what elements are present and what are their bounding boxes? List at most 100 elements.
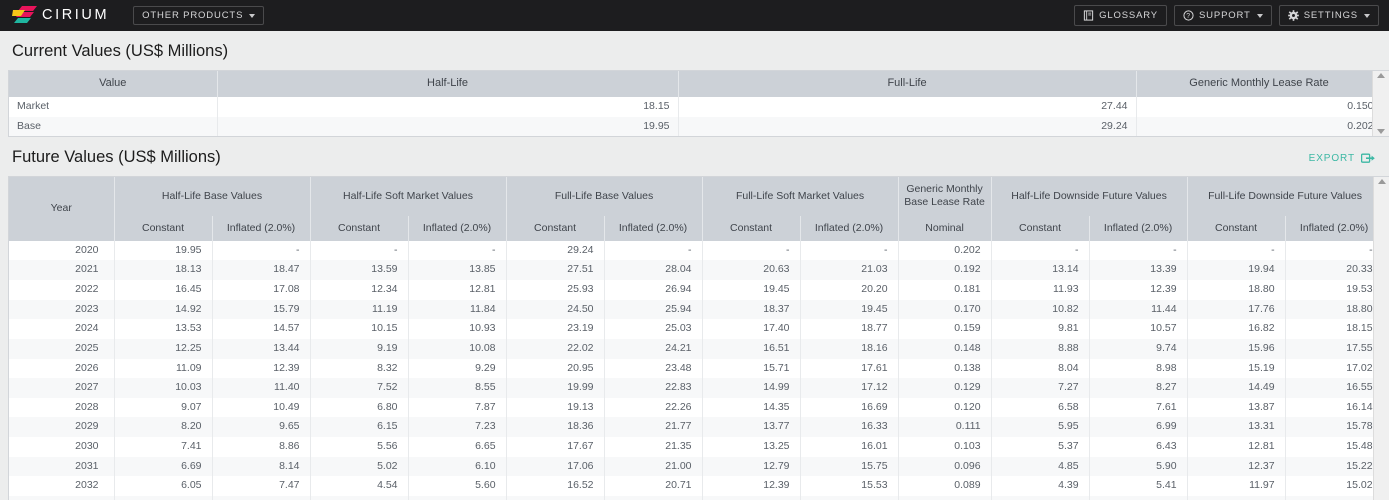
table-cell: 12.79 [702, 456, 801, 477]
current-values-scrollbar[interactable] [1372, 71, 1389, 137]
scroll-up-arrow-icon[interactable] [1377, 179, 1386, 185]
table-cell: 0.202 [1136, 116, 1383, 137]
future-values-header: Year Half-Life Base Values Half-Life Soft … [9, 177, 1384, 241]
table-cell: 9.07 [114, 397, 213, 418]
scroll-up-arrow-icon[interactable] [1377, 73, 1385, 79]
table-cell: 9.19 [310, 338, 409, 359]
table-cell: 5.90 [1089, 456, 1188, 477]
table-cell: 13.59 [310, 260, 409, 280]
year-cell: 2032 [9, 476, 115, 497]
table-cell: 29.24 [678, 116, 1137, 137]
table-cell: 0.111 [898, 417, 992, 438]
table-cell: 0.082 [898, 496, 992, 500]
scroll-down-arrow-icon[interactable] [1377, 129, 1385, 135]
table-cell: 17.55 [1285, 338, 1384, 359]
table-cell: 18.77 [800, 319, 899, 339]
table-cell: 11.44 [1089, 299, 1188, 320]
other-products-button[interactable]: OTHER PRODUCTS [133, 5, 265, 26]
table-cell: 23.19 [506, 319, 605, 339]
table-row: 2026 11.09 12.39 8.32 9.29 20.95 23.48 15.71 17.… [9, 358, 1384, 379]
gear-icon [1287, 10, 1299, 21]
year-cell: 2025 [9, 338, 115, 359]
table-cell: 11.84 [408, 299, 507, 320]
table-cell: 6.85 [212, 496, 311, 500]
table-cell: 15.48 [1285, 437, 1384, 457]
table-cell: 17.02 [1285, 358, 1384, 379]
table-cell: 8.32 [310, 358, 409, 379]
table-cell: 17.12 [800, 378, 899, 398]
future-values-sub-header: Inflated (2.0%) [604, 215, 703, 241]
table-row: 2024 13.53 14.57 10.15 10.93 23.19 25.03 17.40 1… [9, 319, 1384, 339]
table-cell: 15.22 [1285, 456, 1384, 477]
table-cell: - [1285, 240, 1384, 261]
table-cell: 20.49 [604, 496, 703, 500]
table-cell: 6.99 [1089, 417, 1188, 438]
table-cell: 18.13 [114, 260, 213, 280]
chevron-down-icon [1256, 13, 1263, 18]
brand-logo[interactable]: CIRIUM [12, 5, 109, 27]
table-cell: 12.39 [212, 358, 311, 379]
future-values-scrollbar[interactable] [1373, 177, 1389, 500]
table-cell: 6.69 [114, 456, 213, 477]
current-values-body: Market 18.15 27.44 0.150 Base 19.95 29.24 0.202 [9, 96, 1383, 137]
glossary-button[interactable]: GLOSSARY [1074, 5, 1167, 26]
table-cell: 14.99 [702, 378, 801, 398]
table-cell: 3.96 [991, 496, 1090, 500]
export-button[interactable]: EXPORT [1309, 149, 1375, 164]
table-cell: 17.61 [800, 358, 899, 379]
top-navigation-bar: CIRIUM OTHER PRODUCTS GLOSSARY ? SUPPORT [0, 0, 1389, 31]
cirium-logo-icon [12, 5, 37, 23]
table-cell: 18.36 [506, 417, 605, 438]
future-values-sub-header: Nominal [898, 215, 992, 241]
table-cell: 6.65 [408, 437, 507, 457]
support-button[interactable]: ? SUPPORT [1173, 5, 1272, 26]
table-cell: 20.33 [1285, 260, 1384, 280]
table-cell: 8.27 [1089, 378, 1188, 398]
current-values-table: Value Half-Life Full-Life Generic Monthly L… [9, 71, 1383, 137]
table-cell: 8.98 [1089, 358, 1188, 379]
table-cell: 0.170 [898, 299, 992, 320]
future-values-sub-header: Constant [114, 215, 213, 241]
table-cell: 20.63 [702, 260, 801, 280]
future-values-group-header: Half-Life Base Values [114, 177, 311, 216]
table-cell: 16.33 [800, 417, 899, 438]
table-cell: 13.25 [702, 437, 801, 457]
table-cell: 0.096 [898, 456, 992, 477]
settings-label: SETTINGS [1303, 9, 1358, 21]
table-row: 2028 9.07 10.49 6.80 7.87 19.13 22.26 14.35 16.6… [9, 397, 1384, 418]
table-cell: 26.94 [604, 279, 703, 300]
table-cell: 19.99 [506, 378, 605, 398]
table-cell: 4.97 [1089, 496, 1188, 500]
top-nav-right-group: GLOSSARY ? SUPPORT SETTINGS [1074, 5, 1379, 26]
table-cell: 12.81 [1187, 437, 1286, 457]
table-cell: 10.82 [991, 299, 1090, 320]
row-label: Market [9, 96, 218, 117]
table-cell: 21.03 [800, 260, 899, 280]
table-row: 2031 6.69 8.14 5.02 6.10 17.06 21.00 12.79 15.75… [9, 456, 1384, 477]
support-label: SUPPORT [1198, 9, 1251, 21]
table-cell: 19.53 [1285, 279, 1384, 300]
table-cell: 21.00 [604, 456, 703, 477]
table-cell: 5.56 [310, 437, 409, 457]
year-cell: 2026 [9, 358, 115, 379]
table-cell: 23.48 [604, 358, 703, 379]
chevron-down-icon [1364, 13, 1370, 18]
other-products-label: OTHER PRODUCTS [142, 9, 244, 21]
settings-button[interactable]: SETTINGS [1278, 5, 1379, 26]
table-cell: 0.120 [898, 397, 992, 418]
table-cell: 4.54 [310, 476, 409, 497]
table-cell: 14.86 [1285, 496, 1384, 500]
table-cell: 10.49 [212, 397, 311, 418]
table-cell: 16.51 [702, 338, 801, 359]
table-cell: 5.41 [1089, 476, 1188, 497]
table-cell: 16.52 [506, 476, 605, 497]
table-cell: 16.45 [114, 279, 213, 300]
future-values-sub-header: Inflated (2.0%) [212, 215, 311, 241]
table-cell: - [212, 240, 311, 261]
table-cell: 5.47 [114, 496, 213, 500]
current-values-title: Current Values (US$ Millions) [12, 42, 229, 60]
table-cell: 0.103 [898, 437, 992, 457]
table-cell: 25.94 [604, 299, 703, 320]
future-values-group-header: Generic Monthly Base Lease Rate [898, 177, 992, 216]
future-values-sub-header: Inflated (2.0%) [1089, 215, 1188, 241]
